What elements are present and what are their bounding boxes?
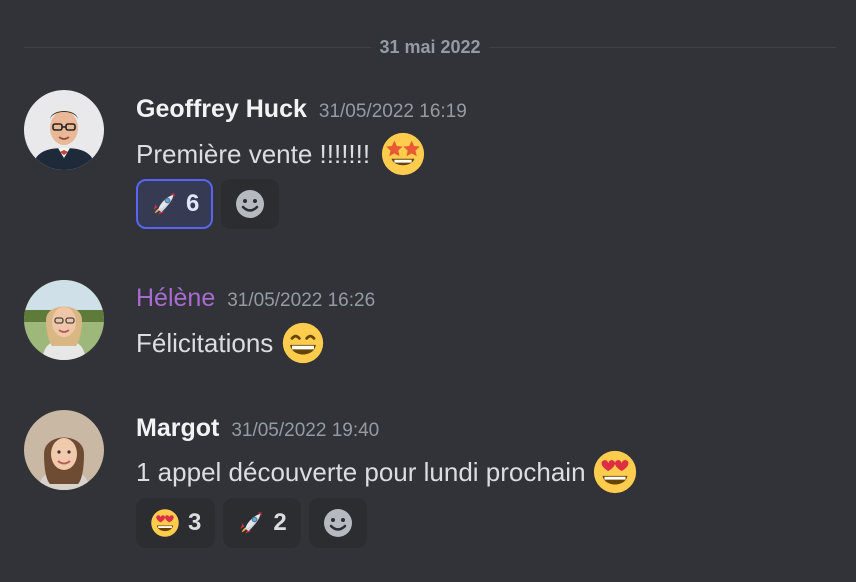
- rocket-emoji: [237, 509, 265, 537]
- username[interactable]: Margot: [136, 414, 219, 443]
- reaction-heart-eyes[interactable]: 3: [136, 498, 216, 548]
- reactions-bar: 6: [136, 179, 280, 229]
- username[interactable]: Hélène: [136, 284, 215, 313]
- timestamp: 31/05/2022 16:19: [318, 101, 467, 122]
- add-reaction-button[interactable]: [221, 179, 280, 229]
- divider-line-left: [24, 46, 372, 48]
- rocket-emoji: [150, 190, 178, 218]
- date-divider: 31 mai 2022: [24, 35, 836, 59]
- divider-line-right: [488, 46, 836, 48]
- reaction-count: 2: [273, 509, 287, 536]
- message-text: Félicitations: [136, 327, 274, 358]
- add-reaction-button[interactable]: [308, 498, 367, 548]
- message-text: 1 appel découverte pour lundi prochain: [136, 456, 586, 487]
- message-content: 1 appel découverte pour lundi prochain: [136, 448, 638, 496]
- add-reaction-icon: [234, 188, 266, 220]
- message-content: Félicitations: [136, 320, 325, 366]
- timestamp: 31/05/2022 16:26: [227, 290, 376, 311]
- reaction-rocket[interactable]: 6: [136, 179, 214, 229]
- avatar[interactable]: [24, 280, 104, 360]
- reaction-count: 3: [188, 509, 202, 536]
- date-divider-label: 31 mai 2022: [379, 36, 481, 57]
- heart-eyes-emoji: [150, 508, 180, 538]
- grinning-emoji: [281, 321, 325, 365]
- reactions-bar: 3 2: [136, 498, 367, 548]
- username[interactable]: Geoffrey Huck: [136, 95, 307, 124]
- reaction-rocket[interactable]: 2: [223, 498, 301, 548]
- heart-eyes-emoji: [592, 449, 638, 495]
- reaction-count: 6: [186, 190, 200, 217]
- message-text: Première vente !!!!!!!: [136, 138, 371, 169]
- avatar[interactable]: [24, 410, 104, 490]
- star-struck-emoji: [380, 131, 426, 177]
- message-content: Première vente !!!!!!!: [136, 130, 426, 178]
- chat-view: 31 mai 2022 Geoffrey Huck 31/05/2022 16:…: [0, 0, 856, 582]
- add-reaction-icon: [322, 507, 354, 539]
- avatar[interactable]: [24, 90, 104, 170]
- timestamp: 31/05/2022 19:40: [231, 420, 380, 441]
